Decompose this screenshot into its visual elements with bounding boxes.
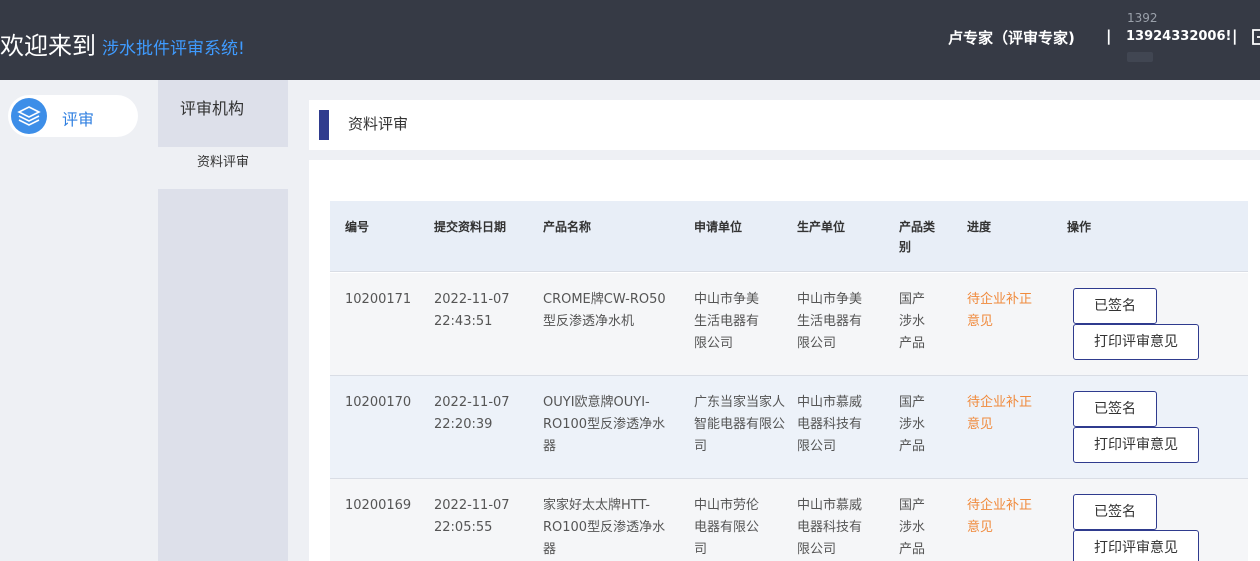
cell-manufacturer: 中山市慕威电器科技有限公司 [797,395,863,454]
column-header-date: 提交资料日期 [434,220,507,234]
table-header: 编号 提交资料日期 产品名称 申请单位 生产单位 产品类别 进度 操作 [330,201,1248,272]
table-row: 10200170 2022-11-07 22:20:39 OUYI欧意牌OUYI-… [330,376,1248,479]
signed-button[interactable]: 已签名 [1073,288,1157,324]
system-name: 涉水批件评审系统! [102,39,245,59]
column-header-applicant: 申请单位 [694,220,743,234]
cell-category: 国产涉水产品 [899,395,926,454]
cell-category: 国产涉水产品 [899,292,926,351]
cell-date-day: 2022-11-07 [434,395,510,410]
cell-date-time: 22:43:51 [434,314,493,329]
cell-product: OUYI欧意牌OUYI-RO100型反渗透净水器 [543,395,666,454]
cell-date-time: 22:05:55 [434,520,493,535]
left-sidebar: 评审 [0,80,158,561]
cell-date-day: 2022-11-07 [434,498,510,513]
cell-date-day: 2022-11-07 [434,292,510,307]
column-header-actions: 操作 [1067,220,1092,234]
user-phone: 13924332006! [1126,29,1232,44]
cell-manufacturer: 中山市争美生活电器有限公司 [797,292,863,351]
cell-product: CROME牌CW-RO50型反渗透净水机 [543,292,666,329]
cell-product: 家家好太太牌HTT-RO100型反渗透净水器 [543,498,666,557]
cell-id: 10200169 [345,498,412,513]
brand: 欢迎来到 涉水批件评审系统! [0,26,245,61]
logout-icon[interactable] [1250,28,1260,46]
subnav-item-material-review[interactable]: 资料评审 [158,147,288,189]
title-accent-bar [319,110,329,140]
cell-category: 国产涉水产品 [899,498,926,557]
page-title: 资料评审 [348,115,409,133]
cell-date: 2022-11-07 22:20:39 [434,392,510,436]
sub-sidebar: 评审机构 资料评审 [158,80,288,561]
column-header-category: 产品类别 [899,220,936,254]
print-review-button[interactable]: 打印评审意见 [1073,530,1199,561]
column-header-id: 编号 [345,220,370,234]
layers-icon [11,98,47,134]
page-header: 资料评审 [309,100,1260,150]
print-review-button[interactable]: 打印评审意见 [1073,324,1199,360]
sidebar-item-review[interactable]: 评审 [8,95,138,137]
phone-ghost-block [1127,52,1153,62]
cell-manufacturer: 中山市慕威电器科技有限公司 [797,498,863,557]
column-header-product: 产品名称 [543,220,592,234]
welcome-text: 欢迎来到 [0,32,96,60]
subnav-title: 评审机构 [180,99,245,118]
cell-date-time: 22:20:39 [434,417,493,432]
cell-status: 待企业补正意见 [967,292,1033,329]
cell-id: 10200170 [345,395,412,410]
cell-date: 2022-11-07 22:05:55 [434,495,510,539]
cell-applicant: 中山市争美生活电器有限公司 [694,292,760,351]
header-separator: | [1232,27,1238,45]
phone-ghost-text: 1392 [1127,11,1158,25]
header-separator: | [1106,27,1112,45]
cell-status: 待企业补正意见 [967,395,1033,432]
signed-button[interactable]: 已签名 [1073,494,1157,530]
print-review-button[interactable]: 打印评审意见 [1073,427,1199,463]
table-row: 10200171 2022-11-07 22:43:51 CROME牌CW-RO5… [330,273,1248,376]
table-row: 10200169 2022-11-07 22:05:55 家家好太太牌HTT-RO… [330,479,1248,561]
user-name[interactable]: 卢专家（评审专家) [948,27,1075,48]
cell-id: 10200171 [345,292,412,307]
signed-button[interactable]: 已签名 [1073,391,1157,427]
cell-date: 2022-11-07 22:43:51 [434,289,510,333]
sidebar-item-label: 评审 [62,110,95,129]
cell-applicant: 广东当家当家人智能电器有限公司 [694,395,786,454]
cell-status: 待企业补正意见 [967,498,1033,535]
column-header-status: 进度 [967,220,992,234]
cell-applicant: 中山市劳伦电器有限公司 [694,498,760,557]
top-header: 欢迎来到 涉水批件评审系统! 卢专家（评审专家) | 1392 139243320… [0,0,1260,80]
column-header-manufacturer: 生产单位 [797,220,846,234]
